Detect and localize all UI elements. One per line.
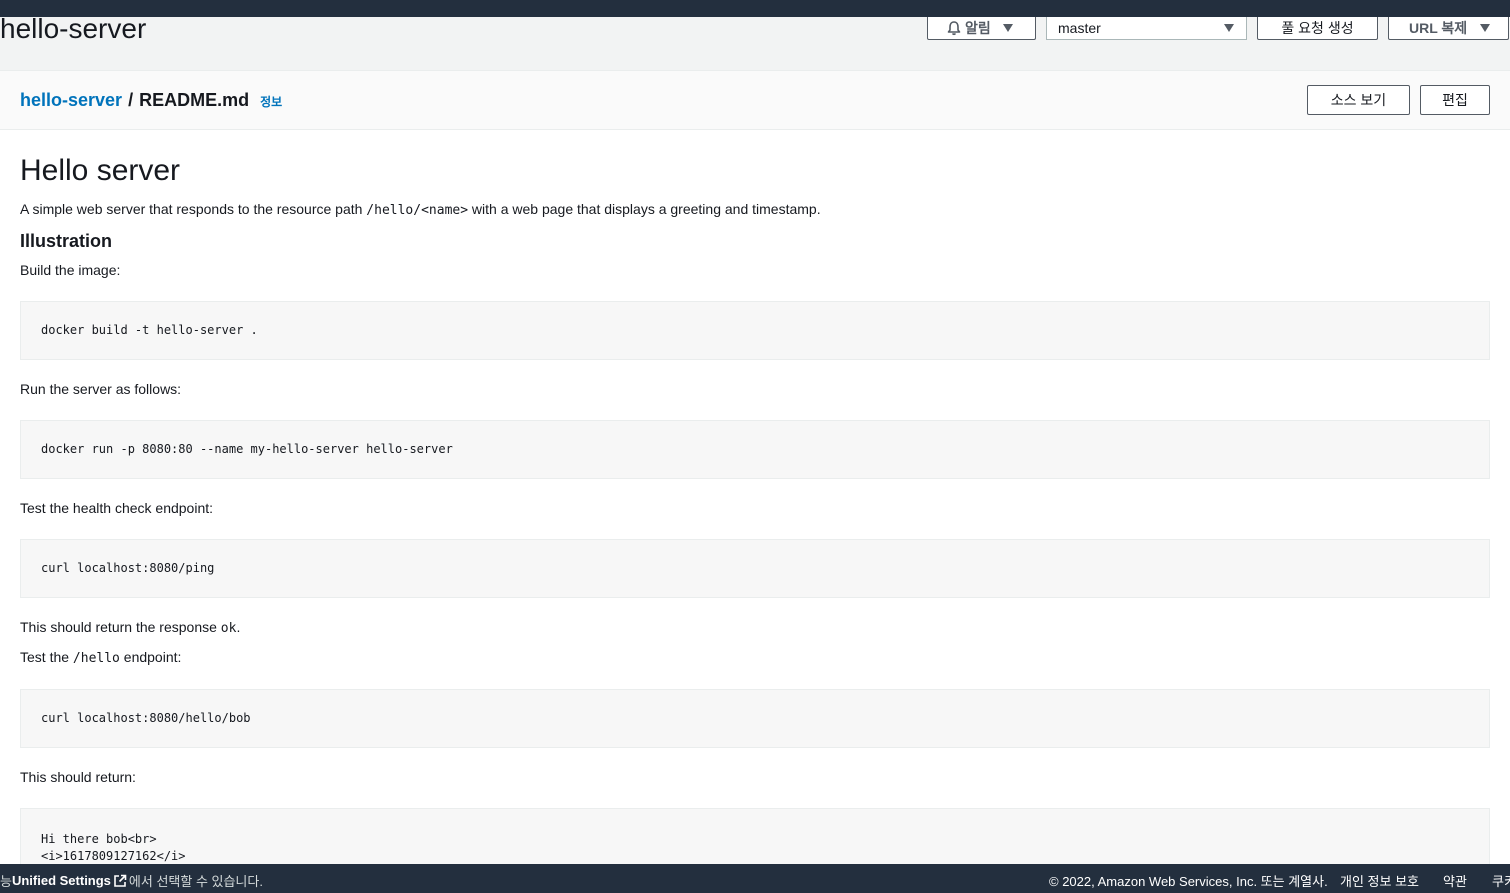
notify-label: 알림 (965, 20, 991, 36)
create-pull-request-button[interactable]: 풀 요청 생성 (1257, 17, 1378, 40)
return-paragraph: This should return: (20, 769, 136, 785)
footer-terms-link[interactable]: 약관 (1443, 871, 1467, 890)
footer-settings-notice: 능 Unified Settings 에서 선택할 수 있습니다. (0, 871, 263, 890)
section-heading: Illustration (20, 231, 113, 251)
caret-down-icon (1224, 24, 1234, 32)
external-link-icon (114, 874, 127, 887)
unified-settings-link[interactable]: Unified Settings (12, 873, 111, 888)
readme-title: Hello server (20, 154, 181, 187)
run-paragraph: Run the server as follows: (20, 381, 182, 397)
breadcrumb: hello-server / README.md 정보 (20, 90, 282, 111)
intro-paragraph: A simple web server that responds to the… (20, 201, 821, 218)
footer-text: 에서 선택할 수 있습니다. (128, 874, 263, 889)
health-paragraph: Test the health check endpoint: (20, 500, 214, 516)
health-code-block: curl localhost:8080/ping (20, 539, 1490, 598)
console-top-bar (0, 0, 1510, 17)
intro-text: with a web page that displays a greeting… (468, 201, 821, 217)
caret-down-icon (1480, 24, 1491, 32)
footer-copyright: © 2022, Amazon Web Services, Inc. 또는 계열사… (1049, 874, 1328, 889)
view-source-button[interactable]: 소스 보기 (1307, 85, 1410, 115)
ok-paragraph: This should return the response ok. (20, 619, 240, 636)
inline-code: /hello/<name> (366, 203, 469, 218)
hello-text: endpoint: (119, 649, 182, 665)
ok-text: This should return the response (20, 619, 221, 635)
ok-text: . (236, 619, 241, 635)
footer-privacy-link[interactable]: 개인 정보 보호 (1340, 871, 1419, 890)
hello-code-block: curl localhost:8080/hello/bob (20, 689, 1490, 748)
breadcrumb-separator: / (128, 90, 134, 110)
notify-button[interactable]: 알림 (927, 17, 1036, 40)
branch-value: master (1058, 20, 1101, 36)
edit-button[interactable]: 편집 (1420, 85, 1490, 115)
inline-code: /hello (72, 651, 120, 666)
footer-text: 능 (0, 874, 12, 889)
build-paragraph: Build the image: (20, 262, 121, 278)
info-link[interactable]: 정보 (260, 93, 282, 110)
intro-text: A simple web server that responds to the… (20, 201, 367, 217)
build-code-block: docker build -t hello-server . (20, 301, 1490, 360)
caret-down-icon (1002, 24, 1013, 32)
branch-select[interactable]: master (1046, 17, 1247, 40)
clone-url-label: URL 복제 (1409, 20, 1468, 36)
clone-url-button[interactable]: URL 복제 (1388, 17, 1509, 40)
console-footer: 능 Unified Settings 에서 선택할 수 있습니다. © 2022… (0, 864, 1510, 893)
breadcrumb-file-name: README.md (139, 90, 250, 110)
hello-paragraph: Test the /hello endpoint: (20, 649, 181, 666)
breadcrumb-repo-link[interactable]: hello-server (20, 90, 122, 111)
repository-title: hello-server (0, 13, 147, 44)
file-breadcrumb-bar: hello-server / README.md 정보 소스 보기 편집 (0, 71, 1510, 130)
inline-code: ok (220, 621, 237, 636)
footer-cookies-link[interactable]: 쿠키 (1492, 871, 1510, 890)
repository-header: hello-server 알림 master 풀 요청 생성 URL 복제 (0, 13, 1510, 71)
bell-icon (947, 21, 961, 36)
hello-text: Test the (20, 649, 73, 665)
run-code-block: docker run -p 8080:80 --name my-hello-se… (20, 420, 1490, 479)
